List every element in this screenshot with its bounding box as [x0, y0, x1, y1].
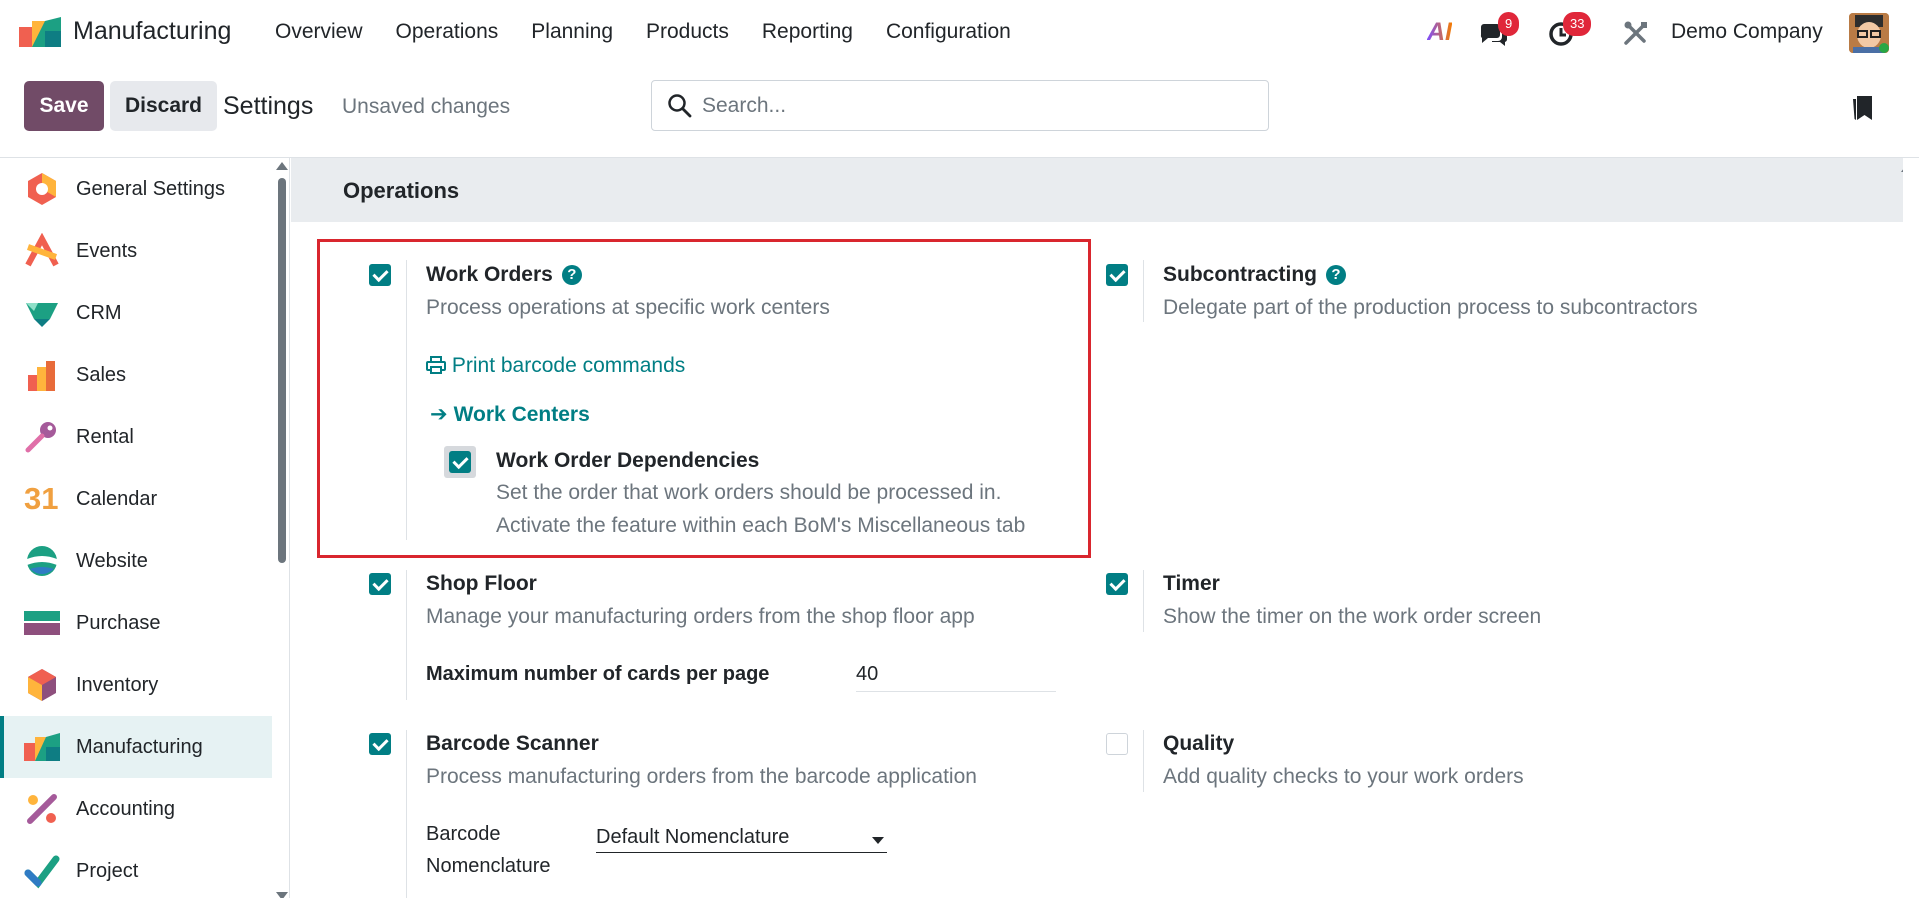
- highlight-box: [317, 239, 1091, 558]
- inventory-icon: [28, 669, 56, 701]
- barcode-nomenclature-select[interactable]: Default Nomenclature: [596, 826, 887, 853]
- settings-sidebar: General Settings Events CRM Sales Rental: [0, 158, 290, 898]
- sidebar-item-project[interactable]: Project: [0, 840, 272, 898]
- sidebar-item-label: General Settings: [76, 177, 225, 200]
- menu-configuration[interactable]: Configuration: [886, 20, 1011, 44]
- sidebar-scroll-down[interactable]: [276, 892, 288, 898]
- calendar-icon: 31: [24, 481, 59, 516]
- events-icon: [25, 233, 59, 267]
- sidebar-item-label: Purchase: [76, 611, 161, 634]
- search-input[interactable]: [702, 91, 1252, 121]
- rental-key-icon: [25, 422, 56, 453]
- chevron-down-icon: [872, 837, 884, 844]
- sidebar-item-label: CRM: [76, 301, 122, 324]
- sidebar-item-accounting[interactable]: Accounting: [0, 778, 272, 840]
- save-button[interactable]: Save: [24, 81, 104, 131]
- control-panel: Save Discard Settings Unsaved changes: [0, 66, 1919, 158]
- shop-floor-title: Shop Floor: [426, 572, 537, 595]
- barcode-nomenclature-label: Barcode: [426, 823, 501, 845]
- section-title: Operations: [343, 178, 460, 203]
- menu-reporting[interactable]: Reporting: [762, 20, 853, 44]
- sales-icon: [28, 361, 55, 391]
- search-icon: [668, 94, 692, 118]
- divider: [406, 730, 407, 898]
- subcontracting-desc: Delegate part of the production process …: [1163, 296, 1698, 319]
- website-icon: [27, 546, 57, 576]
- barcode-scanner-title: Barcode Scanner: [426, 732, 599, 755]
- sidebar-item-website[interactable]: Website: [0, 530, 272, 592]
- timer-checkbox[interactable]: [1106, 573, 1128, 595]
- shop-floor-checkbox[interactable]: [369, 573, 391, 595]
- avatar-image-icon: [1849, 13, 1889, 53]
- gear-hexagon-icon: [28, 173, 56, 205]
- divider: [1143, 730, 1144, 792]
- menu-products[interactable]: Products: [646, 20, 729, 44]
- quality-desc: Add quality checks to your work orders: [1163, 765, 1524, 788]
- unsaved-status: Unsaved changes: [342, 95, 511, 118]
- ai-icon[interactable]: AI: [1427, 18, 1452, 47]
- sidebar-item-manufacturing[interactable]: Manufacturing: [0, 716, 272, 778]
- sidebar-item-label: Events: [76, 239, 138, 262]
- sidebar-item-general-settings[interactable]: General Settings: [0, 158, 272, 220]
- sidebar-item-inventory[interactable]: Inventory: [0, 654, 272, 716]
- subcontracting-title: Subcontracting?: [1163, 263, 1347, 287]
- purchase-icon: [24, 611, 60, 635]
- help-icon[interactable]: ?: [1326, 265, 1347, 285]
- sidebar-scrollbar[interactable]: [278, 178, 286, 563]
- timer-title: Timer: [1163, 572, 1220, 595]
- divider: [1143, 260, 1144, 322]
- section-header: Operations: [291, 158, 1903, 222]
- menu-operations[interactable]: Operations: [396, 20, 499, 44]
- divider: [1143, 570, 1144, 632]
- page-title: Settings: [223, 92, 314, 120]
- sidebar-item-label: Inventory: [76, 673, 159, 696]
- sidebar-item-label: Sales: [76, 363, 127, 386]
- barcode-scanner-desc: Process manufacturing orders from the ba…: [426, 765, 977, 788]
- sidebar-item-label: Website: [76, 549, 148, 572]
- crm-icon: [26, 303, 58, 327]
- divider: [406, 570, 407, 700]
- sidebar-item-events[interactable]: Events: [0, 220, 272, 282]
- barcode-scanner-checkbox[interactable]: [369, 733, 391, 755]
- max-cards-input[interactable]: 40: [856, 663, 1056, 692]
- sidebar-item-label: Calendar: [76, 487, 158, 510]
- accounting-icon: [27, 794, 57, 824]
- app-name[interactable]: Manufacturing: [73, 17, 231, 46]
- chat-badge: 9: [1498, 12, 1520, 36]
- main-menu: Overview Operations Planning Products Re…: [275, 20, 1044, 44]
- sidebar-item-label: Accounting: [76, 797, 175, 820]
- sidebar-item-label: Rental: [76, 425, 134, 448]
- sidebar-item-label: Project: [76, 859, 139, 882]
- sidebar-item-calendar[interactable]: 31 Calendar: [0, 468, 272, 530]
- sidebar-item-purchase[interactable]: Purchase: [0, 592, 272, 654]
- barcode-nomenclature-label-2: Nomenclature: [426, 855, 551, 877]
- manufacturing-icon: [24, 733, 60, 761]
- sidebar-item-rental[interactable]: Rental: [0, 406, 272, 468]
- menu-planning[interactable]: Planning: [531, 20, 613, 44]
- user-avatar[interactable]: [1849, 13, 1889, 53]
- activity-badge: 33: [1563, 12, 1592, 36]
- sidebar-item-sales[interactable]: Sales: [0, 344, 272, 406]
- top-navbar: Manufacturing Overview Operations Planni…: [0, 0, 1919, 66]
- project-icon: [24, 855, 60, 889]
- sidebar-item-crm[interactable]: CRM: [0, 282, 272, 344]
- discard-button[interactable]: Discard: [110, 81, 217, 131]
- tools-icon[interactable]: [1622, 19, 1650, 47]
- bookmark-icon[interactable]: [1852, 94, 1874, 122]
- manufacturing-app-icon[interactable]: [19, 17, 61, 47]
- sidebar-scroll-up[interactable]: [276, 162, 288, 170]
- subcontracting-checkbox[interactable]: [1106, 264, 1128, 286]
- shop-floor-desc: Manage your manufacturing orders from th…: [426, 605, 975, 628]
- search-box[interactable]: [651, 80, 1269, 131]
- main-scroll-up[interactable]: [1901, 164, 1903, 172]
- sidebar-item-label: Manufacturing: [76, 735, 203, 758]
- max-cards-label: Maximum number of cards per page: [426, 663, 770, 685]
- company-switcher[interactable]: Demo Company: [1671, 20, 1823, 44]
- quality-checkbox[interactable]: [1106, 733, 1128, 755]
- timer-desc: Show the timer on the work order screen: [1163, 605, 1542, 628]
- quality-title: Quality: [1163, 732, 1235, 755]
- menu-overview[interactable]: Overview: [275, 20, 363, 44]
